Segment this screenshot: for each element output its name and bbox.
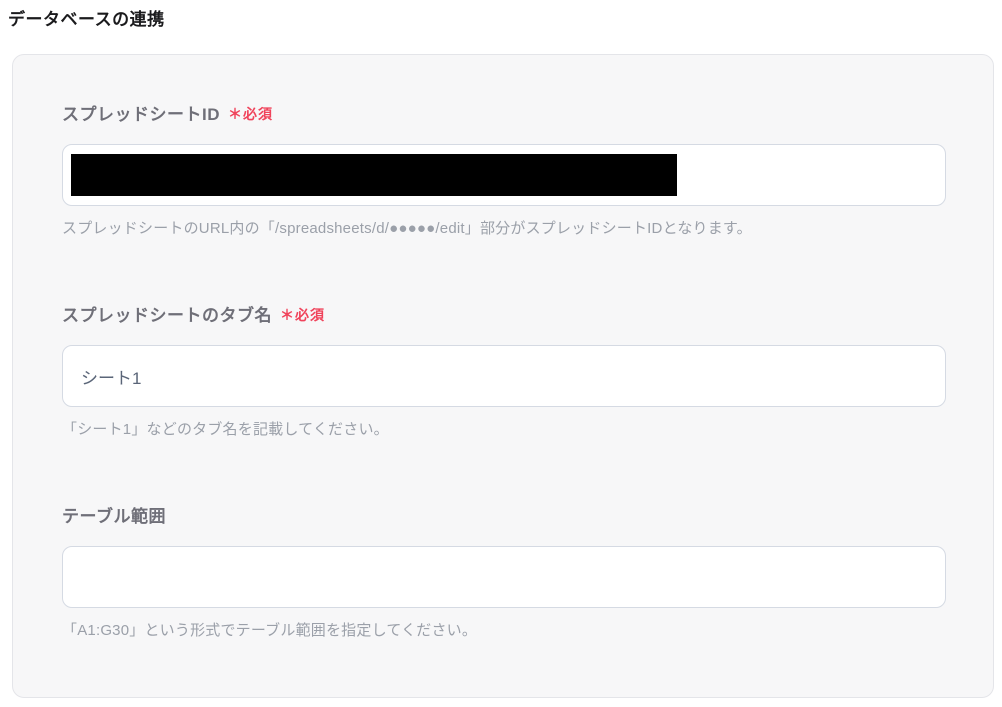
- table-range-input-wrap: [62, 546, 946, 608]
- spreadsheet-id-input-wrap: [62, 144, 946, 206]
- table-range-help-text: 「A1:G30」という形式でテーブル範囲を指定してください。: [62, 622, 478, 639]
- field-label-row: スプレッドシートID ＊必須: [62, 102, 946, 127]
- sheet-tab-name-help-text: 「シート1」などのタブ名を記載してください。: [62, 421, 389, 438]
- required-badge: ＊必須: [228, 106, 273, 122]
- spreadsheet-id-label: スプレッドシートID: [62, 105, 220, 124]
- field-sheet-tab-name: スプレッドシートのタブ名 ＊必須 「シート1」などのタブ名を記載してください。: [62, 303, 946, 440]
- field-table-range: テーブル範囲 「A1:G30」という形式でテーブル範囲を指定してください。: [62, 504, 946, 641]
- table-range-label: テーブル範囲: [62, 507, 166, 526]
- required-badge: ＊必須: [280, 307, 325, 323]
- table-range-input[interactable]: [62, 546, 946, 608]
- field-label-row: スプレッドシートのタブ名 ＊必須: [62, 303, 946, 328]
- sheet-tab-name-input-wrap: [62, 345, 946, 407]
- field-spreadsheet-id: スプレッドシートID ＊必須 スプレッドシートのURL内の「/spreadshe…: [62, 102, 946, 239]
- sheet-tab-name-label: スプレッドシートのタブ名: [62, 306, 272, 325]
- page-title: データベースの連携: [8, 10, 165, 29]
- sheet-tab-name-input[interactable]: [62, 345, 946, 407]
- database-settings-card: スプレッドシートID ＊必須 スプレッドシートのURL内の「/spreadshe…: [12, 54, 994, 698]
- field-label-row: テーブル範囲: [62, 504, 946, 529]
- spreadsheet-id-input[interactable]: [62, 144, 946, 206]
- spreadsheet-id-help-text: スプレッドシートのURL内の「/spreadsheets/d/●●●●●/edi…: [62, 220, 752, 237]
- page: データベースの連携 スプレッドシートID ＊必須 スプレッドシートのURL内の「…: [0, 0, 1002, 707]
